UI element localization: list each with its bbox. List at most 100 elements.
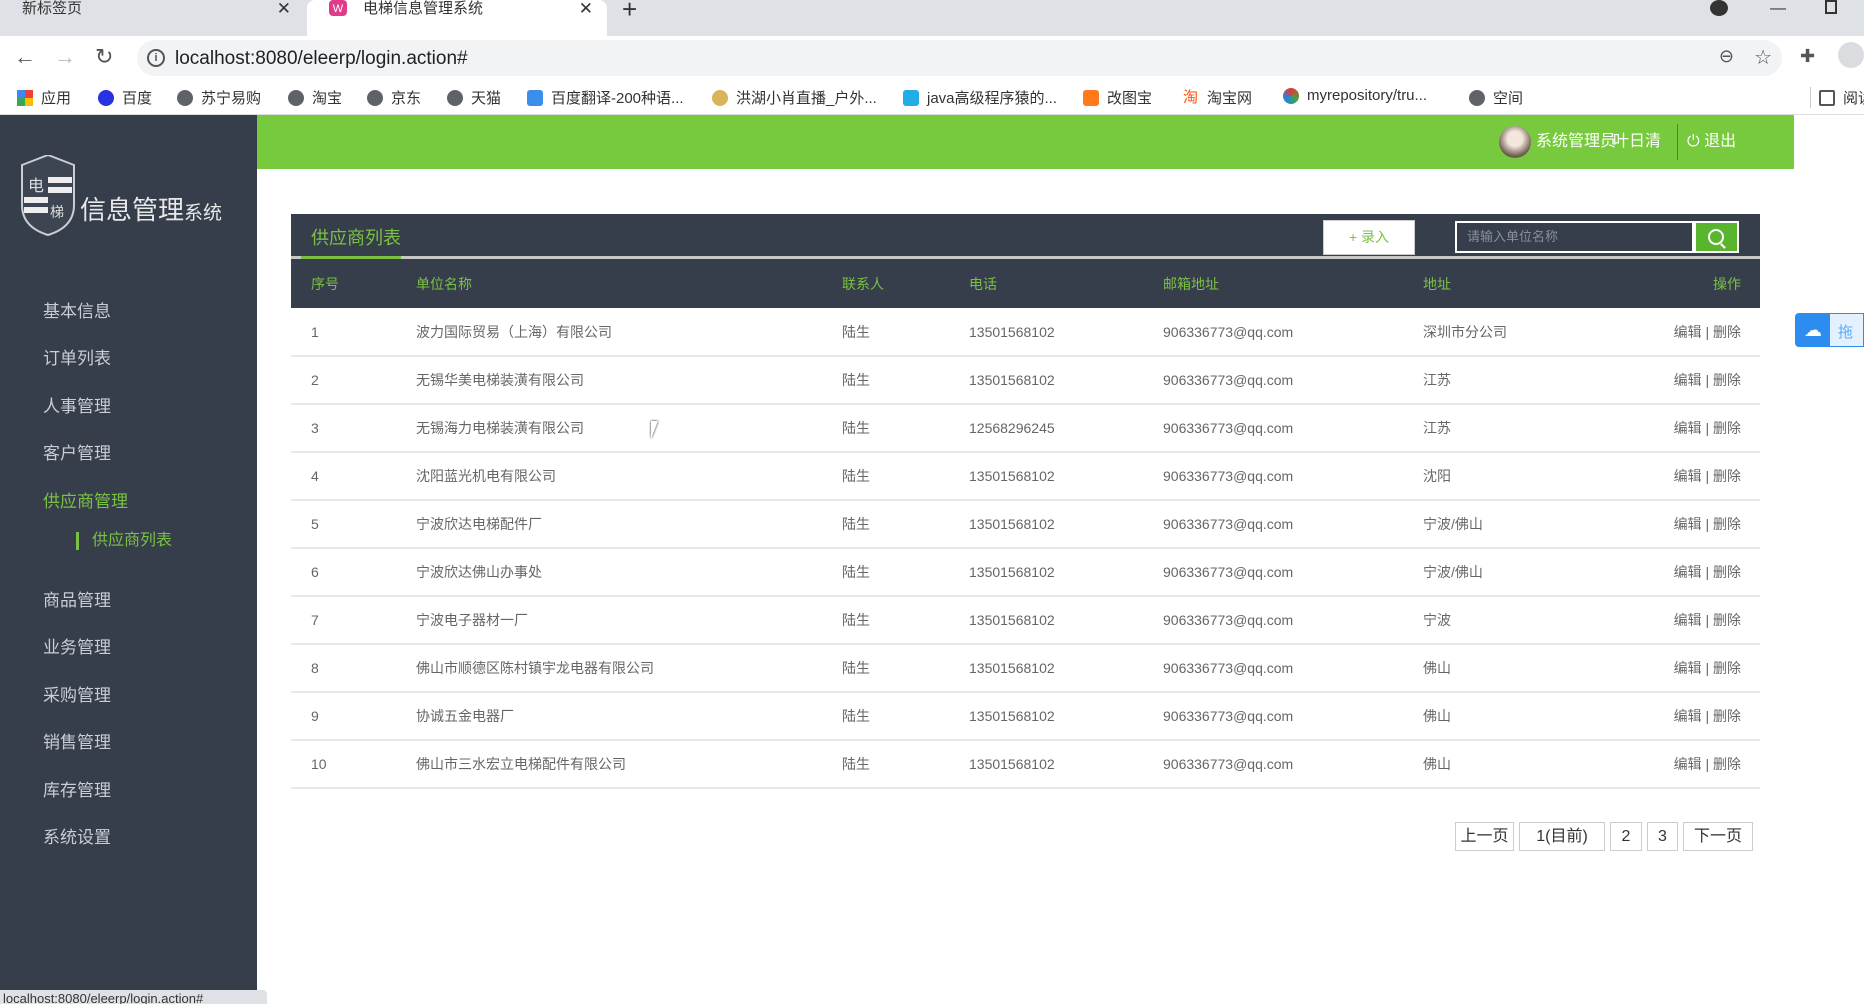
delete-link[interactable]: 删除	[1713, 660, 1741, 676]
sidebar-item-customers[interactable]: 客户管理	[43, 439, 111, 464]
close-icon[interactable]: ✕	[277, 0, 291, 18]
cloud-drag-widget[interactable]: ☁ 拖	[1795, 313, 1864, 347]
sidebar-subitem-supplier-list[interactable]: 供应商列表	[76, 532, 172, 550]
bookmark[interactable]: 空间	[1469, 87, 1523, 108]
extensions-icon[interactable]: ✚	[1800, 46, 1815, 67]
next-page-button[interactable]: 下一页	[1683, 822, 1753, 851]
sidebar-item-products[interactable]: 商品管理	[43, 586, 111, 611]
reading-list[interactable]: 阅读	[1810, 87, 1864, 108]
bookmark[interactable]: 天猫	[447, 87, 501, 108]
profile-icon[interactable]	[1838, 42, 1864, 68]
cell-name: 宁波欣达佛山办事处	[416, 564, 542, 580]
current-page[interactable]: 1(目前)	[1519, 822, 1605, 851]
cell-contact: 陆生	[842, 372, 870, 388]
delete-link[interactable]: 删除	[1713, 468, 1741, 484]
cell-contact: 陆生	[842, 612, 870, 628]
star-icon[interactable]: ☆	[1754, 45, 1772, 70]
bookmark[interactable]: java高级程序猿的...	[903, 87, 1057, 108]
bookmark-label: 应用	[41, 90, 72, 107]
delete-link[interactable]: 删除	[1713, 516, 1741, 532]
favicon-icon: W	[329, 0, 347, 16]
delete-link[interactable]: 删除	[1713, 756, 1741, 772]
sidebar-item-inventory[interactable]: 库存管理	[43, 776, 111, 801]
edit-link[interactable]: 编辑	[1674, 612, 1702, 628]
user-name[interactable]: 叶日清	[1613, 115, 1661, 169]
delete-link[interactable]: 删除	[1713, 420, 1741, 436]
sidebar-item-sales[interactable]: 销售管理	[43, 728, 111, 753]
sidebar-item-hr[interactable]: 人事管理	[43, 392, 111, 417]
cell-index: 1	[311, 323, 319, 340]
bookmark[interactable]: 京东	[367, 87, 421, 108]
edit-link[interactable]: 编辑	[1674, 564, 1702, 580]
cell-index: 2	[311, 372, 319, 388]
edit-link[interactable]: 编辑	[1674, 708, 1702, 724]
search-input[interactable]: 请输入单位名称	[1455, 221, 1694, 253]
profile-menu-icon[interactable]	[1710, 0, 1728, 16]
bookmark[interactable]: myrepository/tru...	[1283, 87, 1427, 104]
info-icon[interactable]: i	[147, 49, 165, 67]
page-3-button[interactable]: 3	[1647, 822, 1678, 851]
add-button[interactable]: + 录入	[1323, 220, 1415, 255]
bookmark[interactable]: 苏宁易购	[177, 87, 261, 108]
back-icon[interactable]: ←	[14, 44, 36, 70]
page-2-button[interactable]: 2	[1610, 822, 1642, 851]
minimize-icon[interactable]: —	[1770, 0, 1786, 18]
close-icon[interactable]: ✕	[579, 0, 593, 18]
cell-phone: 13501568102	[969, 372, 1055, 388]
sidebar-item-basic-info[interactable]: 基本信息	[43, 297, 111, 322]
logout-button[interactable]: ⏻ 退出	[1687, 115, 1736, 169]
cell-email: 906336773@qq.com	[1163, 564, 1294, 580]
bookmark-label: 苏宁易购	[201, 90, 262, 107]
reload-icon[interactable]: ↻	[95, 44, 113, 70]
cell-actions: 编辑 | 删除	[1643, 644, 1760, 692]
delete-link[interactable]: 删除	[1713, 612, 1741, 628]
bookmark-label: java高级程序猿的...	[927, 90, 1058, 107]
edit-link[interactable]: 编辑	[1674, 420, 1702, 436]
cell-name: 无锡海力电梯装潢有限公司	[416, 420, 584, 436]
edit-link[interactable]: 编辑	[1674, 468, 1702, 484]
zoom-icon[interactable]: ⊖	[1719, 46, 1734, 67]
separator: |	[1705, 564, 1710, 580]
delete-link[interactable]: 删除	[1713, 372, 1741, 388]
edit-link[interactable]: 编辑	[1674, 324, 1702, 340]
baidu-icon	[98, 89, 114, 106]
delete-link[interactable]: 删除	[1713, 708, 1741, 724]
edit-link[interactable]: 编辑	[1674, 660, 1702, 676]
separator: |	[1705, 756, 1710, 772]
cell-email: 906336773@qq.com	[1163, 468, 1294, 484]
bookmark[interactable]: 百度翻译-200种语...	[527, 87, 684, 108]
bookmark[interactable]: 洪湖小肖直播_户外...	[712, 87, 877, 108]
delete-link[interactable]: 删除	[1713, 324, 1741, 340]
new-tab-icon[interactable]: +	[622, 0, 637, 25]
search-button[interactable]	[1694, 221, 1739, 253]
bilibili-icon	[903, 89, 919, 106]
bookmark[interactable]: 百度	[98, 87, 152, 108]
sidebar-item-suppliers[interactable]: 供应商管理	[43, 487, 128, 512]
forward-icon[interactable]: →	[54, 44, 76, 70]
prev-page-button[interactable]: 上一页	[1455, 822, 1514, 851]
edit-link[interactable]: 编辑	[1674, 756, 1702, 772]
address-bar[interactable]: i localhost:8080/eleerp/login.action# ⊖ …	[137, 40, 1782, 76]
bookmark[interactable]: 改图宝	[1083, 87, 1152, 108]
cell-contact: 陆生	[842, 516, 870, 532]
edit-link[interactable]: 编辑	[1674, 372, 1702, 388]
sidebar-item-settings[interactable]: 系统设置	[43, 823, 111, 848]
tab-new-tab[interactable]: 新标签页 ✕	[0, 0, 305, 36]
tab-active[interactable]: W 电梯信息管理系统 ✕	[307, 0, 607, 36]
delete-link[interactable]: 删除	[1713, 564, 1741, 580]
restore-icon[interactable]	[1825, 0, 1837, 14]
user-role: 系统管理员	[1536, 133, 1617, 150]
sidebar-item-business[interactable]: 业务管理	[43, 633, 111, 658]
sidebar-item-order-list[interactable]: 订单列表	[43, 344, 111, 369]
bookmark-apps[interactable]: 应用	[17, 87, 71, 108]
cell-index: 4	[311, 468, 319, 484]
cell-contact: 陆生	[842, 708, 870, 724]
sidebar-item-purchasing[interactable]: 采购管理	[43, 681, 111, 706]
bookmark[interactable]: 淘宝	[288, 87, 342, 108]
edit-link[interactable]: 编辑	[1674, 516, 1702, 532]
supplier-panel: 供应商列表 + 录入 请输入单位名称 序号 单位名称 联系人 电话 邮箱地址 地…	[291, 214, 1760, 789]
col-actions: 操作	[1713, 275, 1741, 292]
separator: |	[1705, 516, 1710, 532]
bookmark[interactable]: 淘淘宝网	[1183, 87, 1252, 108]
cell-name: 佛山市三水宏立电梯配件有限公司	[416, 756, 626, 772]
